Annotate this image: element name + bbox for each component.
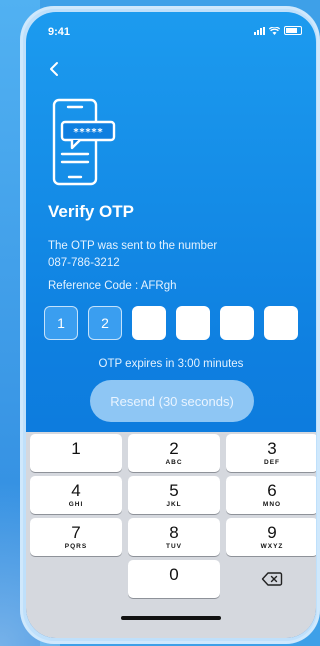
keypad-row-3: 7 PQRS 8 TUV 9 WXYZ (30, 518, 316, 556)
backspace-icon (261, 572, 283, 586)
otp-digit-5[interactable] (220, 306, 254, 340)
otp-sent-line: The OTP was sent to the number (48, 240, 218, 252)
otp-digit-1[interactable]: 1 (44, 306, 78, 340)
wifi-icon (269, 26, 280, 35)
otp-input-group: 1 2 (44, 306, 298, 340)
resend-button[interactable]: Resend (30 seconds) (90, 380, 254, 422)
otp-digit-2[interactable]: 2 (88, 306, 122, 340)
key-0[interactable]: 0 (128, 560, 220, 598)
home-indicator[interactable] (121, 616, 221, 620)
keypad-row-4: 0 (30, 560, 316, 598)
numeric-keypad: 1 2 ABC 3 DEF 4 GHI 5 JKL 6 MNO 7 PQRS 8 TUV 9W… (26, 432, 316, 638)
otp-phone-number: 087-786-3212 (48, 257, 120, 269)
key-1[interactable]: 1 (30, 434, 122, 472)
otp-digit-4[interactable] (176, 306, 210, 340)
cellular-signal-icon (254, 26, 265, 35)
phone-screen: 9:41 ***** Verify OTP The OTP was sent t… (26, 12, 316, 638)
delete-key[interactable] (226, 560, 316, 598)
key-5[interactable]: 5 JKL (128, 476, 220, 514)
key-4[interactable]: 4 GHI (30, 476, 122, 514)
key-7[interactable]: 7 PQRS (30, 518, 122, 556)
status-icons (254, 26, 302, 35)
back-icon[interactable] (44, 58, 66, 80)
key-8[interactable]: 8 TUV (128, 518, 220, 556)
key-9[interactable]: 9 WXYZ (226, 518, 316, 556)
otp-digit-6[interactable] (264, 306, 298, 340)
key-blank (30, 560, 122, 598)
key-6[interactable]: 6 MNO (226, 476, 316, 514)
otp-expiry-text: OTP expires in 3:00 minutes (98, 358, 244, 370)
keypad-row-2: 4 GHI 5 JKL 6 MNO (30, 476, 316, 514)
status-time: 9:41 (48, 26, 71, 38)
otp-illustration-text: ***** (73, 127, 103, 138)
reference-code: Reference Code : AFRgh (48, 280, 177, 292)
otp-digit-3[interactable] (132, 306, 166, 340)
otp-description: The OTP was sent to the number 087-786-3… (48, 238, 217, 272)
key-3[interactable]: 3 DEF (226, 434, 316, 472)
battery-icon (284, 26, 302, 35)
key-2[interactable]: 2 ABC (128, 434, 220, 472)
keypad-row-1: 1 2 ABC 3 DEF (30, 434, 316, 472)
page-title: Verify OTP (48, 202, 134, 221)
otp-phone-illustration: ***** (52, 98, 116, 186)
